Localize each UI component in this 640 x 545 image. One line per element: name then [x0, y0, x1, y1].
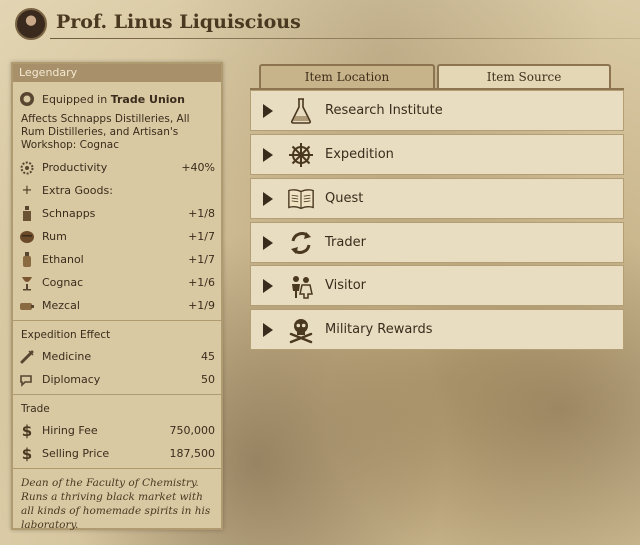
page-title: Prof. Linus Liquiscious [56, 11, 301, 33]
trade-label: Selling Price [42, 447, 110, 460]
plus-icon: + [21, 183, 33, 198]
goods-value: +1/8 [188, 207, 215, 220]
productivity-value: +40% [181, 161, 215, 174]
flask-icon [287, 97, 315, 125]
goods-label: Ethanol [42, 253, 84, 266]
productivity-row: Productivity +40% [13, 156, 221, 179]
goods-label: Mezcal [42, 299, 80, 312]
item-details-panel: Legendary Equipped in Trade Union Affect… [11, 62, 223, 531]
source-item-trader[interactable]: Trader [250, 222, 624, 263]
title-divider [50, 38, 640, 39]
source-item-research-institute[interactable]: Research Institute [250, 90, 624, 131]
goods-value: +1/7 [188, 253, 215, 266]
trade-title: Trade [21, 403, 50, 415]
trade-row-selling-price: $ Selling Price 187,500 [13, 442, 221, 465]
source-label: Research Institute [325, 103, 443, 118]
expand-arrow-icon[interactable] [263, 191, 273, 206]
rarity-label: Legendary [13, 64, 221, 82]
goods-row-schnapps: Schnapps +1/8 [13, 202, 221, 225]
goods-row-ethanol: Ethanol +1/7 [13, 248, 221, 271]
expand-arrow-icon[interactable] [263, 322, 273, 337]
goods-row-cognac: Cognac +1/6 [13, 271, 221, 294]
coin-icon: $ [21, 421, 33, 440]
expedition-effect-title: Expedition Effect [21, 329, 111, 341]
divider [13, 394, 221, 395]
trade-row-hiring-fee: $ Hiring Fee 750,000 [13, 419, 221, 442]
trade-arrows-icon [287, 229, 315, 257]
productivity-icon [19, 160, 35, 176]
goods-row-rum: Rum +1/7 [13, 225, 221, 248]
cognac-icon [19, 275, 35, 291]
affects-description: Affects Schnapps Distilleries, All Rum D… [21, 113, 190, 151]
source-item-quest[interactable]: Quest [250, 178, 624, 219]
ship-wheel-icon [287, 141, 315, 169]
expedition-label: Medicine [42, 350, 92, 363]
expedition-row-diplomacy: Diplomacy 50 [13, 368, 221, 391]
goods-label: Schnapps [42, 207, 96, 220]
goods-value: +1/9 [188, 299, 215, 312]
divider [13, 468, 221, 469]
coin-icon: $ [21, 444, 33, 463]
extra-goods-label: Extra Goods: [42, 184, 113, 197]
goods-row-mezcal: Mezcal +1/9 [13, 294, 221, 317]
tab-item-location[interactable]: Item Location [259, 64, 435, 88]
source-label: Trader [325, 235, 366, 250]
expedition-row-medicine: Medicine 45 [13, 345, 221, 368]
flavor-text: Dean of the Faculty of Chemistry. Runs a… [21, 477, 211, 531]
trade-value: 750,000 [169, 424, 216, 437]
book-icon [287, 185, 315, 213]
source-label: Quest [325, 191, 364, 206]
expedition-value: 50 [201, 373, 215, 386]
source-label: Expedition [325, 147, 394, 162]
extra-goods-row: + Extra Goods: [13, 179, 221, 202]
rum-icon [19, 229, 35, 245]
expedition-label: Diplomacy [42, 373, 101, 386]
goods-label: Rum [42, 230, 67, 243]
trade-label: Hiring Fee [42, 424, 98, 437]
mezcal-icon [19, 298, 35, 314]
source-item-visitor[interactable]: Visitor [250, 265, 624, 306]
ethanol-icon [19, 251, 35, 268]
goods-label: Cognac [42, 276, 84, 289]
trade-union-icon [19, 91, 35, 107]
goods-value: +1/6 [188, 276, 215, 289]
professor-portrait-icon [15, 8, 47, 40]
expand-arrow-icon[interactable] [263, 103, 273, 118]
equipped-prefix: Equipped in [42, 92, 108, 106]
skull-crossbones-icon [287, 316, 315, 344]
expand-arrow-icon[interactable] [263, 278, 273, 293]
equipped-building: Trade Union [110, 92, 185, 106]
medicine-icon [19, 349, 35, 365]
goods-value: +1/7 [188, 230, 215, 243]
source-item-military-rewards[interactable]: Military Rewards [250, 309, 624, 350]
trade-value: 187,500 [169, 447, 216, 460]
source-label: Visitor [325, 278, 366, 293]
divider [13, 320, 221, 321]
expand-arrow-icon[interactable] [263, 147, 273, 162]
equipped-row: Equipped in Trade Union [13, 88, 221, 110]
expedition-value: 45 [201, 350, 215, 363]
visitor-icon [287, 272, 315, 300]
source-item-expedition[interactable]: Expedition [250, 134, 624, 175]
expand-arrow-icon[interactable] [263, 235, 273, 250]
productivity-label: Productivity [42, 161, 108, 174]
tab-item-source[interactable]: Item Source [437, 64, 611, 88]
source-label: Military Rewards [325, 322, 433, 337]
header: Prof. Linus Liquiscious [0, 0, 640, 50]
diplomacy-icon [19, 372, 35, 388]
schnapps-icon [19, 205, 35, 222]
